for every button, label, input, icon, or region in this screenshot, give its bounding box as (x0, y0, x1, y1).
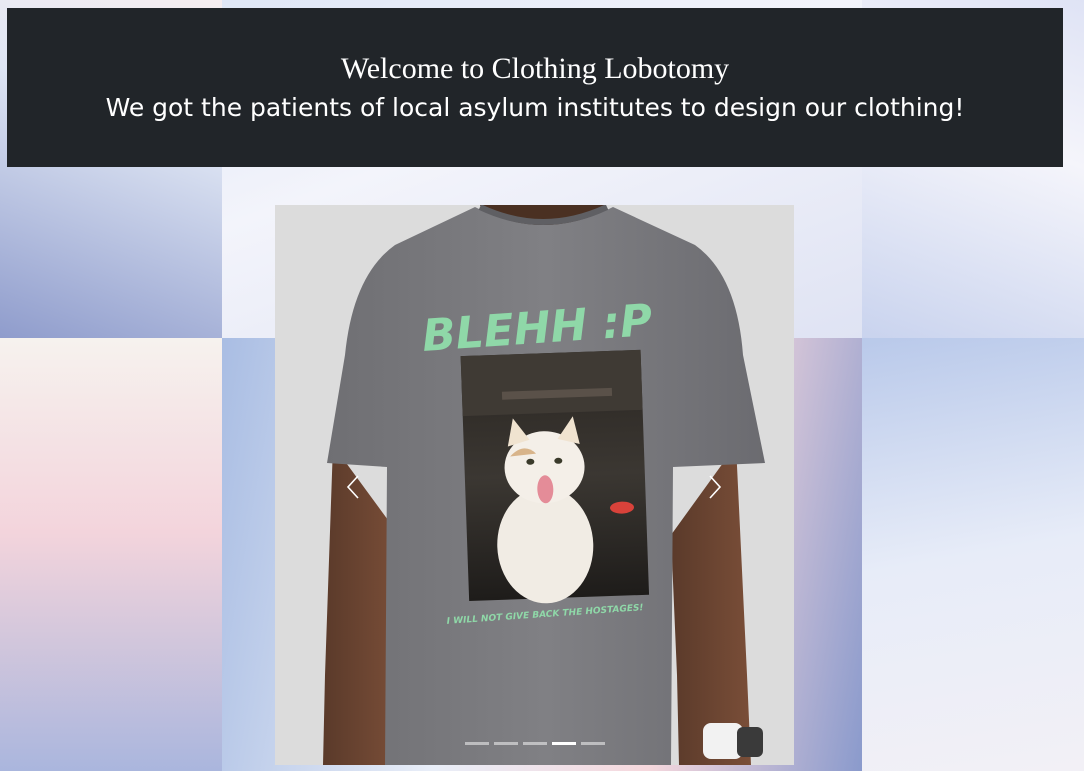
carousel-prev-button[interactable] (333, 467, 373, 507)
chevron-left-icon (346, 475, 359, 499)
carousel-indicator-2[interactable] (493, 742, 518, 745)
page-subtitle: We got the patients of local asylum inst… (105, 93, 965, 122)
carousel-indicator-4[interactable] (551, 742, 576, 745)
page-title: Welcome to Clothing Lobotomy (340, 52, 730, 85)
carousel-indicator-5[interactable] (580, 742, 605, 745)
carousel-indicator-3[interactable] (522, 742, 547, 745)
carousel-indicators (275, 742, 794, 745)
carousel-indicator-1[interactable] (464, 742, 489, 745)
product-carousel: BLEHH :P I WILL NOT GIVE BACK THE HOSTAG… (275, 205, 794, 765)
site-header: Welcome to Clothing Lobotomy We got the … (7, 8, 1063, 167)
carousel-next-button[interactable] (695, 467, 735, 507)
chevron-right-icon (709, 475, 722, 499)
